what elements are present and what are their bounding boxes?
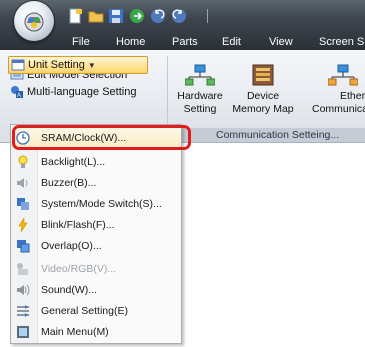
menu-item-main-menu[interactable]: Main Menu(M) — [11, 321, 181, 342]
tab-screen-setting[interactable]: Screen S — [319, 35, 364, 49]
device-label-line1: Device — [246, 90, 280, 102]
device-memory-map-button[interactable]: Device Memory Map — [230, 64, 296, 116]
highlight-callout — [12, 125, 191, 150]
menu-item-general-setting[interactable]: General Setting(E) — [11, 300, 181, 321]
tab-edit[interactable]: Edit — [222, 35, 241, 49]
undo-icon[interactable] — [150, 8, 166, 24]
title-bar: File Home Parts Edit View Screen S — [0, 0, 365, 50]
system-switch-icon — [17, 197, 29, 210]
menu-item-blink-flash[interactable]: Blink/Flash(F)... — [11, 214, 181, 235]
menu-item-sound[interactable]: Sound(W)... — [11, 279, 181, 300]
hardware-label-line1: Hardware — [177, 90, 223, 102]
unit-setting-icon — [11, 59, 25, 71]
unit-setting-button[interactable]: Unit Setting ▼ — [8, 56, 148, 74]
menu-item-label: Video/RGB(V)... — [41, 262, 117, 275]
menu-item-label: Overlap(O)... — [41, 239, 102, 252]
communication-group-label: Communication Setteing... — [172, 128, 365, 142]
open-folder-icon[interactable] — [88, 8, 104, 24]
svg-text:A: A — [17, 93, 21, 99]
application-orb[interactable] — [14, 1, 54, 41]
main-menu-icon — [17, 325, 29, 338]
network-icon — [185, 64, 215, 86]
hardware-setting-button[interactable]: Hardware Setting — [173, 64, 227, 116]
general-setting-icon — [17, 304, 29, 317]
bulb-icon — [18, 155, 28, 168]
menu-item-label: Main Menu(M) — [41, 325, 109, 338]
multi-language-setting-button[interactable]: A Multi-language Setting — [10, 83, 136, 101]
overlap-icon — [17, 239, 30, 252]
language-icon: A — [11, 86, 23, 99]
dropdown-arrow-icon: ▼ — [87, 60, 96, 70]
toolbar-separator — [207, 9, 208, 23]
unit-setting-label: Unit Setting — [28, 59, 85, 71]
menu-item-label: Backlight(L)... — [41, 155, 106, 168]
multi-language-label: Multi-language Setting — [27, 86, 137, 98]
hardware-label-line2: Setting — [183, 103, 217, 115]
menu-item-label: Sound(W)... — [41, 283, 98, 296]
tab-home[interactable]: Home — [116, 35, 145, 49]
lightning-icon — [18, 217, 28, 232]
transfer-icon[interactable] — [129, 8, 145, 24]
ethernet-communication-button[interactable]: Etherne Communicat — [306, 64, 365, 116]
app-logo-icon — [24, 12, 44, 32]
menu-item-label: Buzzer(B)... — [41, 176, 97, 189]
ethernet-label-line2: Communicat — [312, 103, 365, 115]
redo-icon[interactable] — [171, 8, 187, 24]
speaker-icon — [17, 177, 28, 188]
menu-item-overlap[interactable]: Overlap(O)... — [11, 235, 181, 256]
sound-icon — [17, 284, 30, 295]
tab-file[interactable]: File — [72, 35, 90, 49]
save-icon[interactable] — [108, 8, 124, 24]
device-label-line2: Memory Map — [232, 103, 294, 115]
ethernet-icon — [328, 64, 358, 86]
video-icon — [17, 262, 28, 275]
tab-view[interactable]: View — [269, 35, 293, 49]
menu-item-system-mode-switch[interactable]: System/Mode Switch(S)... — [11, 193, 181, 214]
menu-item-buzzer[interactable]: Buzzer(B)... — [11, 172, 181, 193]
menu-item-label: System/Mode Switch(S)... — [41, 197, 162, 210]
menu-item-label: Blink/Flash(F)... — [41, 218, 115, 231]
menu-item-video-rgb[interactable]: Video/RGB(V)... — [11, 258, 181, 279]
menu-item-backlight[interactable]: Backlight(L)... — [11, 151, 181, 172]
tab-parts[interactable]: Parts — [172, 35, 198, 49]
new-file-icon[interactable] — [67, 8, 83, 24]
memory-map-icon — [252, 64, 274, 86]
ethernet-label-line1: Etherne — [340, 90, 365, 102]
menu-item-label: General Setting(E) — [41, 304, 128, 317]
unit-setting-menu: SRAM/Clock(W)... Backlight(L)... Buzzer(… — [10, 124, 182, 344]
